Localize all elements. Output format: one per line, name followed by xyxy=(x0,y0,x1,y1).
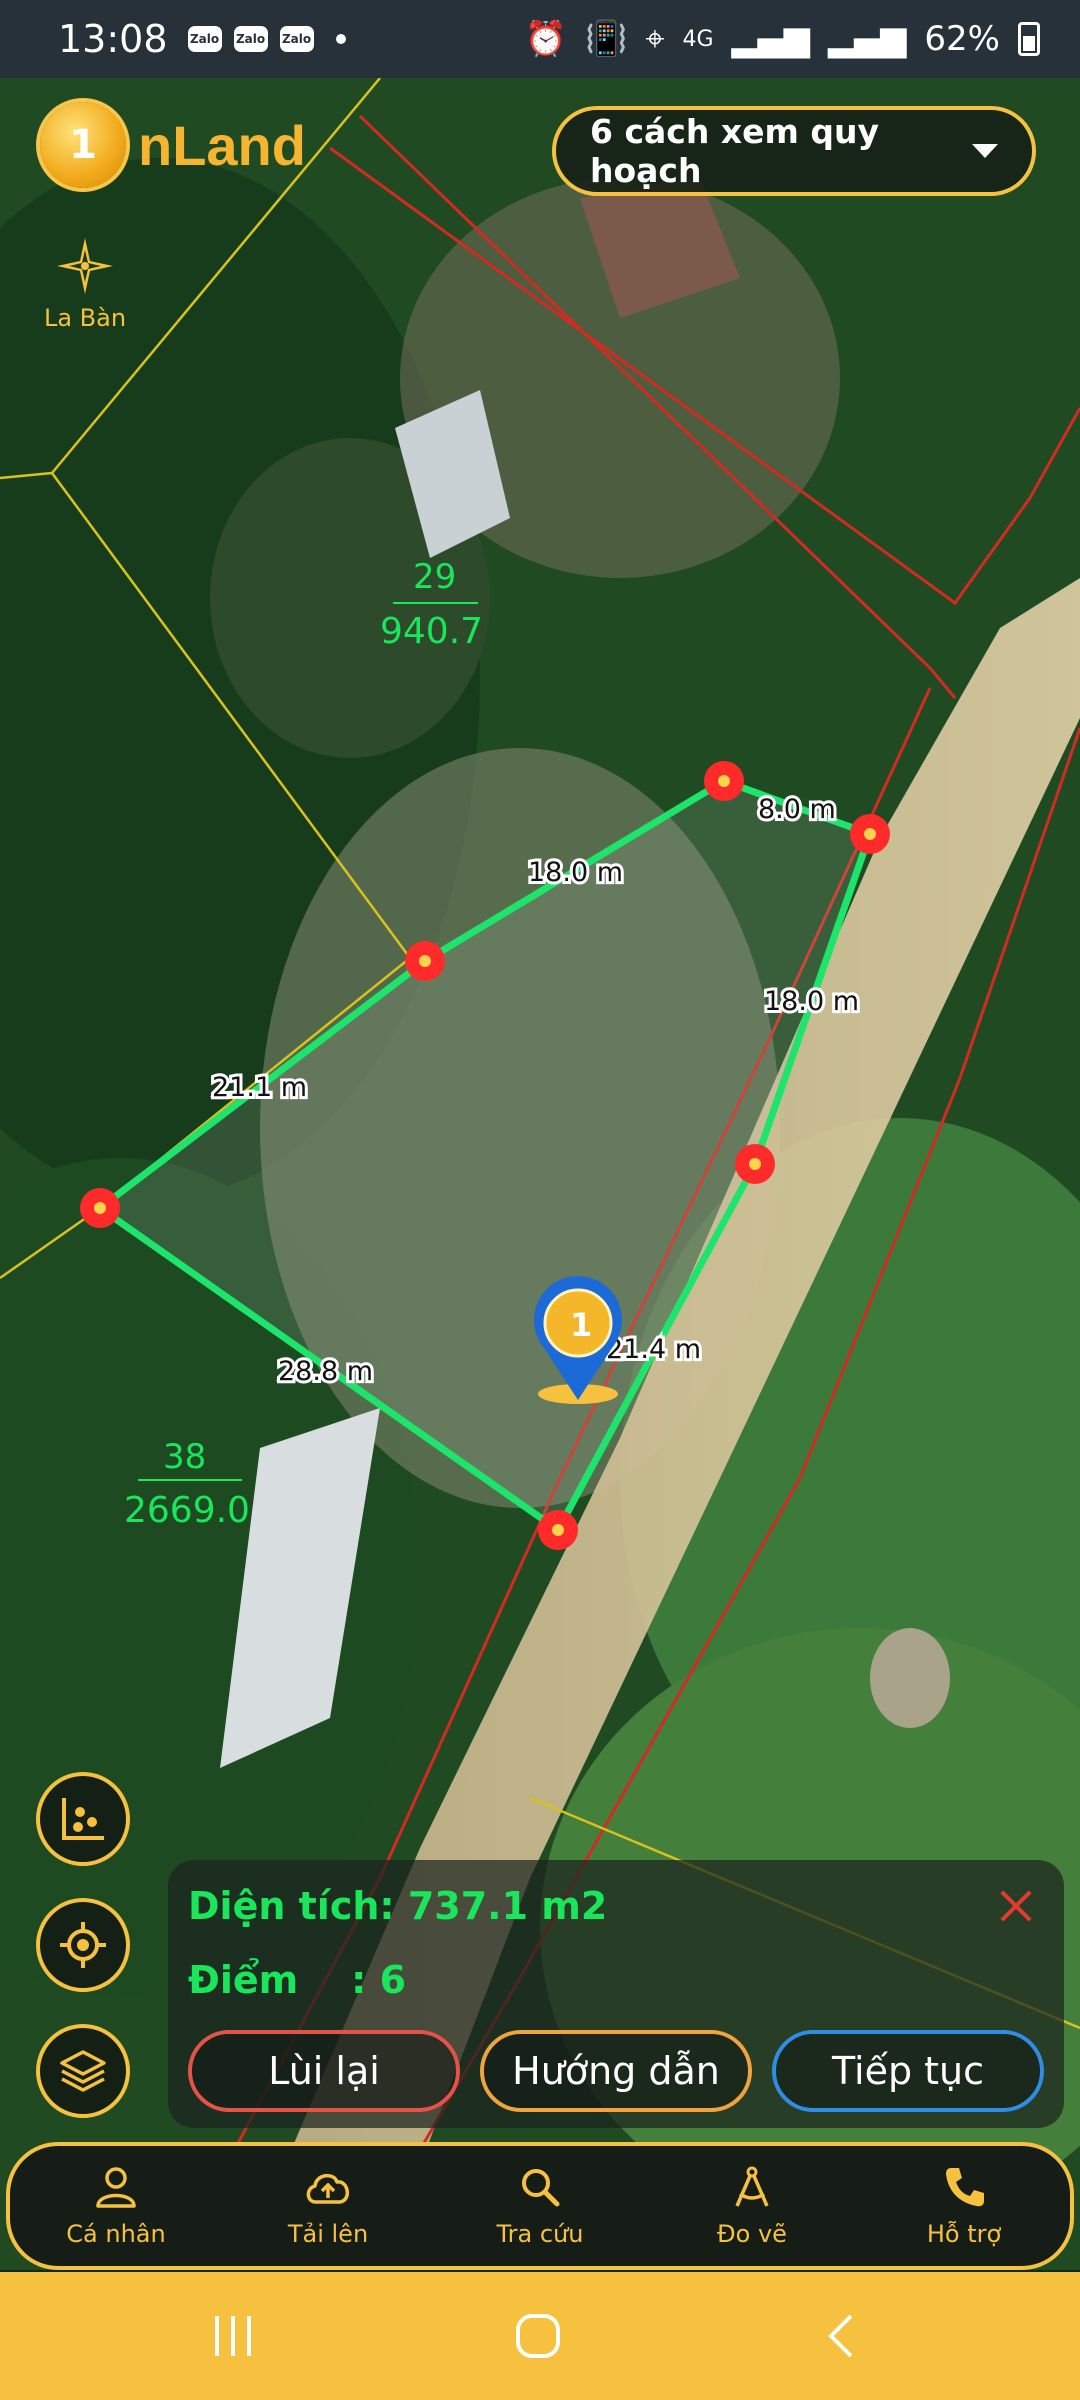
system-nav-bar xyxy=(0,2272,1080,2400)
segment-label: 18.0 m xyxy=(764,986,859,1017)
continue-button[interactable]: Tiếp tục xyxy=(772,2030,1044,2112)
battery-icon xyxy=(1018,22,1040,56)
measure-panel: Diện tích: 737.1 m2 Điểm : 6 Lùi lại Hướ… xyxy=(168,1860,1064,2128)
vertex-center xyxy=(419,955,431,967)
segment-label: 18.0 m xyxy=(528,857,623,888)
locate-button[interactable] xyxy=(36,1898,130,1992)
logo-coin-icon: 1 xyxy=(40,102,126,188)
close-icon[interactable] xyxy=(996,1886,1036,1926)
nav-label: Hỗ trợ xyxy=(926,2220,1002,2248)
dropdown-label: 6 cách xem quy hoạch xyxy=(590,112,879,190)
battery-percent: 62% xyxy=(924,19,1000,59)
person-icon xyxy=(96,2167,136,2208)
segment-label: 21.1 m xyxy=(212,1072,307,1103)
location-icon: ⌖ xyxy=(645,19,665,59)
vertex-center xyxy=(749,1158,761,1170)
nav-item-upload[interactable]: Tải lên xyxy=(222,2146,434,2266)
points-text: Điểm : 6 xyxy=(188,1958,407,2002)
back-icon[interactable] xyxy=(815,2308,871,2364)
phone-icon xyxy=(946,2168,984,2207)
segment-label: 21.4 m xyxy=(606,1334,701,1365)
nav-label: Đo vẽ xyxy=(717,2220,787,2248)
network-type: 4G xyxy=(682,26,714,52)
signal-icon: ▂▄▆ xyxy=(731,19,810,59)
area-text: Diện tích: 737.1 m2 xyxy=(188,1884,608,1928)
compass-icon xyxy=(57,238,113,294)
status-time: 13:08 xyxy=(58,17,168,61)
layers-icon xyxy=(60,2050,106,2092)
vibrate-icon: 📳 xyxy=(584,19,628,59)
nav-label: Tải lên xyxy=(287,2220,369,2248)
logo-text: nLand xyxy=(138,113,306,177)
alarm-icon: ⏰ xyxy=(524,19,567,59)
vertex-center xyxy=(718,775,730,787)
undo-button[interactable]: Lùi lại xyxy=(188,2030,460,2112)
vertex-center xyxy=(864,828,876,840)
scatter-chart-icon xyxy=(62,1798,104,1840)
zalo-notification-icon: Zalo xyxy=(279,26,314,52)
compass-draw-icon xyxy=(735,2166,769,2207)
nav-item-search[interactable]: Tra cứu xyxy=(434,2146,646,2266)
guide-button[interactable]: Hướng dẫn xyxy=(480,2030,752,2112)
parcel-number: 29 xyxy=(413,557,456,597)
bottom-nav: Cá nhân Tải lên Tra cứu Đo vẽ Hỗ trợ xyxy=(6,2142,1074,2270)
nav-item-profile[interactable]: Cá nhân xyxy=(10,2146,222,2266)
chevron-down-icon xyxy=(972,144,998,158)
clearing xyxy=(870,1628,950,1728)
nav-label: Tra cứu xyxy=(496,2220,584,2248)
segment-label: 8.0 m xyxy=(758,794,836,825)
scatter-chart-button[interactable] xyxy=(36,1772,130,1866)
segment-label: 28.8 m xyxy=(278,1356,373,1387)
compass-button[interactable]: La Bàn xyxy=(40,236,130,332)
parcel-area: 940.7 xyxy=(380,611,483,652)
layers-button[interactable] xyxy=(36,2024,130,2118)
vertex-center xyxy=(94,1202,106,1214)
compass-label: La Bàn xyxy=(43,304,127,332)
home-icon[interactable] xyxy=(510,2308,566,2364)
locate-icon xyxy=(60,1922,106,1968)
parcel-number: 38 xyxy=(163,1437,206,1477)
nav-item-support[interactable]: Hỗ trợ xyxy=(858,2146,1070,2266)
svg-text:1: 1 xyxy=(570,1306,592,1344)
nav-item-measure[interactable]: Đo vẽ xyxy=(646,2146,858,2266)
cloud-upload-icon xyxy=(306,2173,349,2204)
parcel-area: 2669.0 xyxy=(124,1490,250,1531)
recent-apps-icon[interactable] xyxy=(205,2308,261,2364)
app-logo: 1 nLand xyxy=(40,102,306,188)
vertex-center xyxy=(552,1524,564,1536)
planning-view-dropdown[interactable]: 6 cách xem quy hoạch xyxy=(552,106,1036,196)
search-icon xyxy=(522,2169,560,2207)
more-notifications-icon xyxy=(335,34,346,44)
nav-label: Cá nhân xyxy=(66,2220,166,2248)
signal-icon-2: ▂▄▆ xyxy=(827,19,907,59)
status-bar: 13:08 Zalo Zalo Zalo ⏰ 📳 ⌖ 4G ▂▄▆ ▂▄▆ 62… xyxy=(0,0,1080,78)
zalo-notification-icon: Zalo xyxy=(233,26,268,52)
zalo-notification-icon: Zalo xyxy=(187,26,222,52)
